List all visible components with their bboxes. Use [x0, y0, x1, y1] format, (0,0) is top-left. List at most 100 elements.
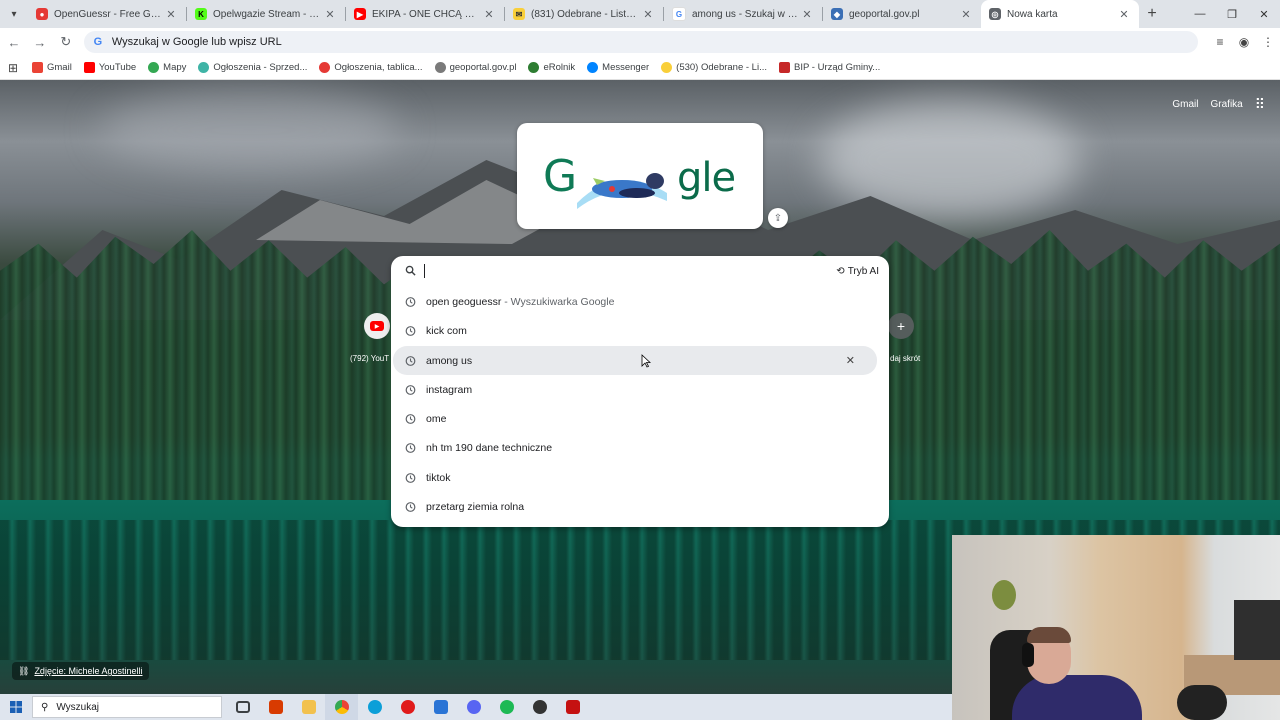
suggestion-item[interactable]: instagram: [391, 375, 889, 404]
opera-icon[interactable]: [391, 694, 424, 720]
chrome-icon[interactable]: [325, 694, 358, 720]
tab-title: OpenGuessr - Free GeoGuessr Alternative: [54, 8, 164, 20]
text-caret: [424, 264, 425, 278]
address-placeholder: Wyszukaj w Google lub wpisz URL: [111, 36, 282, 48]
bookmark[interactable]: geoportal.gov.pl: [429, 62, 523, 73]
add-shortcut-button[interactable]: +: [888, 313, 914, 339]
bookmark[interactable]: Ogłoszenia - Sprzed...: [192, 62, 313, 73]
google-icon: G: [93, 36, 103, 48]
share-icon[interactable]: ⇪: [768, 208, 788, 228]
browser-toolbar: ← → ↻ G Wyszukaj w Google lub wpisz URL …: [0, 28, 1280, 56]
close-icon[interactable]: ✕: [800, 8, 814, 21]
messenger-icon: [587, 62, 599, 73]
history-icon: [405, 413, 416, 424]
mail-app-icon[interactable]: [424, 694, 457, 720]
tab-search-icon[interactable]: ≡: [1208, 30, 1232, 54]
windows-taskbar: ⚲ Wyszukaj: [0, 694, 952, 720]
close-window-icon[interactable]: ✕: [1248, 0, 1280, 28]
tab[interactable]: ● OpenGuessr - Free GeoGuessr Alternativ…: [28, 0, 186, 28]
maps-icon: [148, 62, 160, 73]
google-doodle[interactable]: G gle: [517, 123, 763, 229]
apps-grid-icon[interactable]: ⊞: [0, 61, 26, 75]
shortcut-youtube[interactable]: ▶: [364, 313, 390, 339]
close-icon[interactable]: ✕: [164, 8, 178, 21]
bookmark-label: YouTube: [98, 62, 137, 73]
shortcut-label: (792) YouT: [350, 354, 390, 363]
youtube-icon: ▶: [354, 8, 366, 20]
doodle-letter-g: G: [543, 151, 578, 202]
windows-start-icon[interactable]: [0, 694, 32, 720]
suggestion-item[interactable]: kick com: [391, 316, 889, 345]
history-icon: [405, 501, 416, 512]
bookmark[interactable]: eRolnik: [522, 62, 581, 73]
suggestion-text: nh tm 190 dane techniczne: [426, 441, 553, 454]
bookmark[interactable]: Mapy: [142, 62, 192, 73]
new-tab-button[interactable]: +: [1139, 5, 1165, 23]
bookmark[interactable]: Gmail: [26, 62, 78, 73]
suggestion-item[interactable]: ome: [391, 404, 889, 433]
otodom-icon: [319, 62, 331, 73]
tab-search-icon[interactable]: ▾: [0, 0, 28, 28]
minimize-icon[interactable]: —: [1184, 0, 1216, 28]
tab-active[interactable]: ◎ Nowa karta ✕: [981, 0, 1139, 28]
tab[interactable]: ▶ EKIPA - ONE CHCĄ MIŁOŚCI (M ✕: [346, 0, 504, 28]
close-icon[interactable]: ✕: [323, 8, 337, 21]
menu-icon[interactable]: ⋮: [1256, 30, 1280, 54]
tab[interactable]: ◆ geoportal.gov.pl ✕: [823, 0, 981, 28]
tab[interactable]: ✉ (831) Odebrane - Lista Wiadomości ✕: [505, 0, 663, 28]
tab[interactable]: K Opelwgazie Stream - Watch Live ✕: [187, 0, 345, 28]
edge-icon[interactable]: [358, 694, 391, 720]
address-bar[interactable]: G Wyszukaj w Google lub wpisz URL: [83, 31, 1198, 53]
reload-icon[interactable]: ↻: [54, 30, 78, 54]
forward-icon[interactable]: →: [28, 30, 52, 54]
office-icon[interactable]: [259, 694, 292, 720]
bookmark-label: Ogłoszenia - Sprzed...: [213, 62, 308, 73]
history-icon: [405, 296, 416, 307]
bip-icon: [779, 62, 790, 73]
close-icon[interactable]: ✕: [1117, 8, 1131, 21]
discord-icon[interactable]: [457, 694, 490, 720]
history-icon: [405, 325, 416, 336]
search-input[interactable]: ⟲ Tryb AI: [391, 256, 889, 286]
photo-credit-link[interactable]: ⛓ Zdjęcie: Michele Agostinelli: [12, 662, 149, 680]
profile-icon[interactable]: ◉: [1232, 30, 1256, 54]
spotify-icon[interactable]: [490, 694, 523, 720]
close-icon[interactable]: ✕: [482, 8, 496, 21]
taskbar-search[interactable]: ⚲ Wyszukaj: [32, 696, 222, 718]
images-link[interactable]: Grafika: [1211, 99, 1243, 110]
app-icon-dark[interactable]: [523, 694, 556, 720]
ai-mode-button[interactable]: ⟲ Tryb AI: [836, 263, 879, 279]
maximize-icon[interactable]: ❐: [1216, 0, 1248, 28]
among-us-icon[interactable]: [556, 694, 589, 720]
tab[interactable]: G among us - Szukaj w Google ✕: [664, 0, 822, 28]
suggestion-item[interactable]: nh tm 190 dane techniczne: [391, 433, 889, 462]
suggestion-item[interactable]: przetarg ziemia rolna: [391, 492, 889, 521]
close-icon[interactable]: ✕: [959, 8, 973, 21]
bookmark[interactable]: BIP - Urząd Gminy...: [773, 62, 886, 73]
suggestion-item[interactable]: open geoguessr - Wyszukiwarka Google: [391, 287, 889, 316]
doodle-letters: gle: [677, 155, 736, 201]
geoportal-icon: ◆: [831, 8, 843, 20]
back-icon[interactable]: ←: [2, 30, 26, 54]
suggestion-item-hovered[interactable]: among us ✕: [393, 346, 877, 375]
bookmark[interactable]: Ogłoszenia, tablica...: [313, 62, 428, 73]
ai-sparkle-icon: ⟲: [836, 265, 845, 277]
tab-strip: ▾ ● OpenGuessr - Free GeoGuessr Alternat…: [0, 0, 1280, 28]
bookmark[interactable]: (530) Odebrane - Li...: [655, 62, 773, 73]
google-top-links: Gmail Grafika ⠿: [1160, 96, 1265, 113]
bookmark-label: Mapy: [163, 62, 187, 73]
bookmark[interactable]: YouTube: [78, 62, 142, 73]
suggestion-item[interactable]: tiktok: [391, 463, 889, 492]
task-view-icon[interactable]: [226, 694, 259, 720]
suggestion-text: instagram: [426, 383, 473, 396]
history-icon: [405, 472, 416, 483]
bookmark[interactable]: Messenger: [581, 62, 655, 73]
bookmark-label: Messenger: [602, 62, 650, 73]
google-apps-icon[interactable]: ⠿: [1255, 96, 1265, 113]
gmail-link[interactable]: Gmail: [1172, 99, 1198, 110]
link-icon: ⛓: [18, 665, 30, 676]
remove-suggestion-icon[interactable]: ✕: [846, 354, 855, 367]
close-icon[interactable]: ✕: [641, 8, 655, 21]
file-explorer-icon[interactable]: [292, 694, 325, 720]
ai-mode-label: Tryb AI: [847, 265, 879, 277]
